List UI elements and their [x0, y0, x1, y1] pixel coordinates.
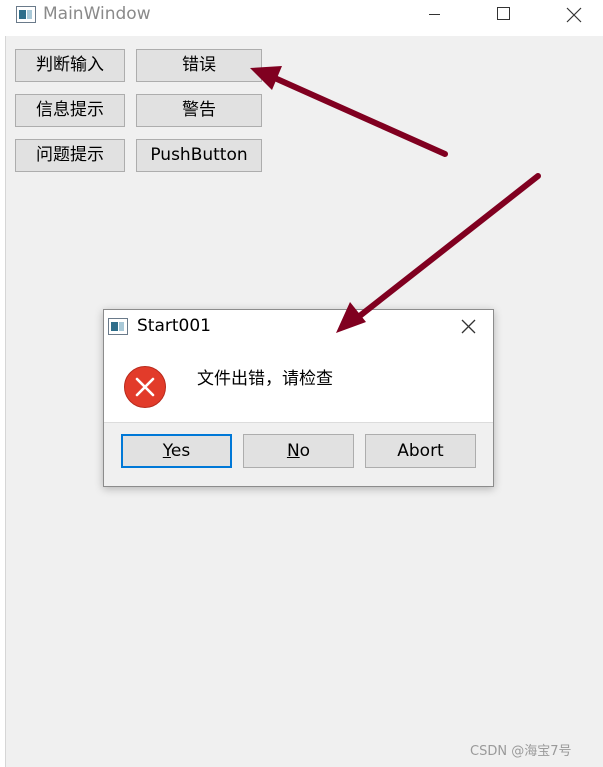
arrow-to-error-button — [250, 66, 448, 157]
arrow-to-dialog — [336, 173, 541, 333]
annotation-arrows — [250, 66, 541, 333]
watermark: CSDN @海宝7号 — [470, 744, 572, 759]
